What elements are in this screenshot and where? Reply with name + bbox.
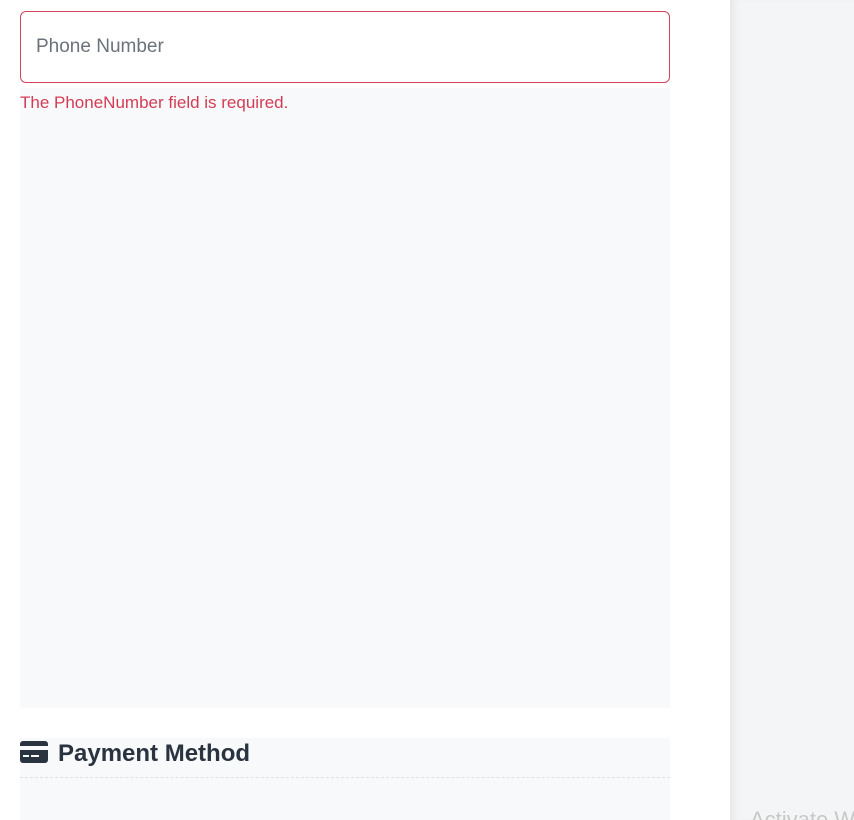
payment-method-header: Payment Method bbox=[20, 738, 670, 778]
order-summary-panel bbox=[730, 0, 854, 820]
credit-card-icon bbox=[20, 741, 48, 763]
checkout-form: The PhoneNumber field is required. Payme… bbox=[0, 0, 730, 820]
checkout-page: The PhoneNumber field is required. Payme… bbox=[0, 0, 854, 820]
activation-watermark: Activate W bbox=[750, 807, 854, 820]
phone-number-input[interactable] bbox=[20, 11, 670, 83]
phone-error-message: The PhoneNumber field is required. bbox=[20, 93, 289, 112]
payment-method-section: Payment Method bbox=[20, 738, 670, 820]
payment-method-title: Payment Method bbox=[58, 740, 251, 767]
phone-validation-area: The PhoneNumber field is required. bbox=[20, 88, 670, 708]
